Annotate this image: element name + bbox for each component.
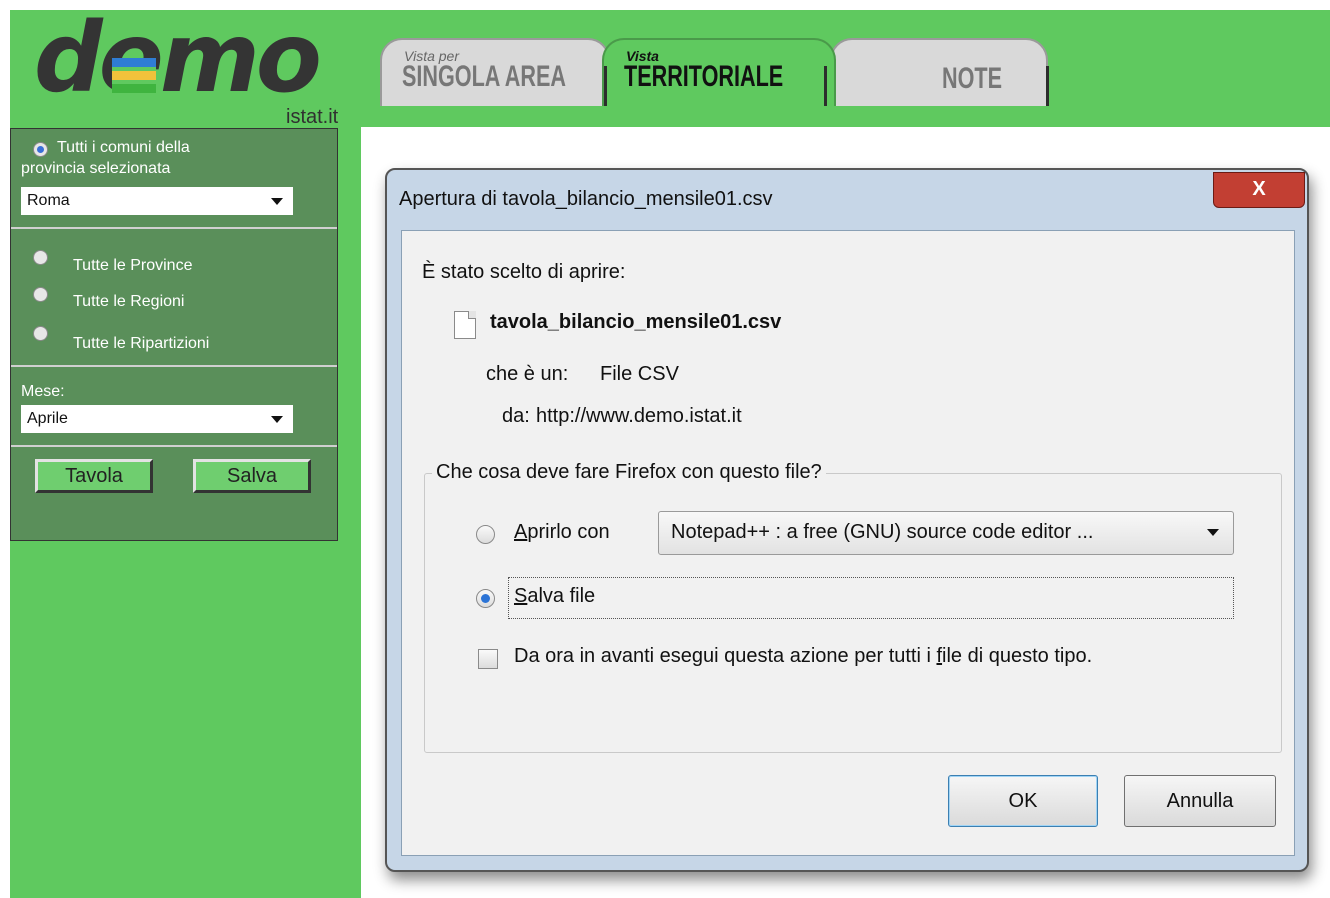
radio-open-with[interactable] — [476, 525, 495, 544]
tab-note-label: NOTE — [942, 62, 1003, 95]
app-select-value: Notepad++ : a free (GNU) source code edi… — [671, 521, 1094, 543]
view-tabs: Vista per SINGOLA AREA NOTE Vista TERRIT… — [380, 32, 1080, 106]
radio-comuni-label-2: provincia selezionata — [21, 160, 171, 177]
tab-separator — [824, 66, 827, 106]
tab-separator — [604, 66, 607, 106]
file-open-dialog: Apertura di tavola_bilancio_mensile01.cs… — [385, 168, 1309, 872]
province-select-value: Roma — [27, 192, 70, 209]
logo-word: demo — [34, 2, 322, 114]
radio-comuni[interactable] — [33, 142, 48, 157]
app-select[interactable]: Notepad++ : a free (GNU) source code edi… — [658, 511, 1234, 555]
remember-label: Da ora in avanti esegui questa azione pe… — [514, 645, 1093, 667]
close-button[interactable]: X — [1213, 172, 1305, 208]
mese-select-value: Aprile — [27, 410, 68, 427]
from-label: da: — [502, 405, 530, 427]
radio-province-label: Tutte le Province — [73, 257, 193, 274]
sidebar-panel: Tutti i comuni della provincia seleziona… — [10, 128, 338, 541]
radio-comuni-label-1: Tutti i comuni della — [57, 139, 190, 156]
tab-territoriale-label: TERRITORIALE — [624, 60, 784, 93]
radio-ripartizioni[interactable] — [33, 326, 48, 341]
file-icon — [454, 311, 476, 339]
divider — [11, 227, 337, 229]
salva-button[interactable]: Salva — [193, 459, 311, 493]
tavola-button[interactable]: Tavola — [35, 459, 153, 493]
type-value: File CSV — [600, 363, 679, 385]
demo-logo[interactable]: demo istat.it — [26, 2, 346, 130]
dialog-title: Apertura di tavola_bilancio_mensile01.cs… — [399, 188, 773, 210]
cancel-button[interactable]: Annulla — [1124, 775, 1276, 827]
radio-save-file[interactable] — [476, 589, 495, 608]
type-label: che è un: — [486, 363, 569, 385]
tab-singola-area-label: SINGOLA AREA — [402, 60, 567, 93]
radio-ripartizioni-label: Tutte le Ripartizioni — [73, 335, 210, 352]
radio-regioni[interactable] — [33, 287, 48, 302]
close-icon: X — [1252, 178, 1266, 200]
chevron-down-icon — [271, 198, 283, 205]
remember-checkbox[interactable] — [478, 649, 498, 669]
radio-regioni-label: Tutte le Regioni — [73, 293, 185, 310]
divider — [11, 445, 337, 447]
divider — [11, 365, 337, 367]
chevron-down-icon — [271, 416, 283, 423]
tab-note[interactable]: NOTE — [830, 38, 1048, 106]
dialog-filename: tavola_bilancio_mensile01.csv — [490, 311, 782, 333]
dialog-body: È stato scelto di aprire: tavola_bilanci… — [401, 230, 1295, 856]
ok-button[interactable]: OK — [948, 775, 1098, 827]
logo-bars — [112, 58, 156, 94]
radio-province[interactable] — [33, 250, 48, 265]
tab-singola-area[interactable]: Vista per SINGOLA AREA — [380, 38, 610, 106]
province-select[interactable]: Roma — [21, 187, 293, 215]
tab-territoriale[interactable]: Vista TERRITORIALE — [602, 38, 836, 106]
radio-save-file-label: Salva file — [514, 585, 596, 607]
dialog-intro: È stato scelto di aprire: — [422, 261, 626, 283]
mese-label: Mese: — [21, 383, 65, 400]
from-value: http://www.demo.istat.it — [536, 405, 742, 427]
tab-separator — [1046, 66, 1049, 106]
chevron-down-icon — [1207, 529, 1219, 536]
mese-select[interactable]: Aprile — [21, 405, 293, 433]
action-question: Che cosa deve fare Firefox con questo fi… — [432, 461, 826, 484]
logo-site: istat.it — [286, 106, 339, 128]
radio-open-with-label: Aprirlo con — [514, 521, 610, 543]
focus-outline — [508, 577, 1234, 619]
